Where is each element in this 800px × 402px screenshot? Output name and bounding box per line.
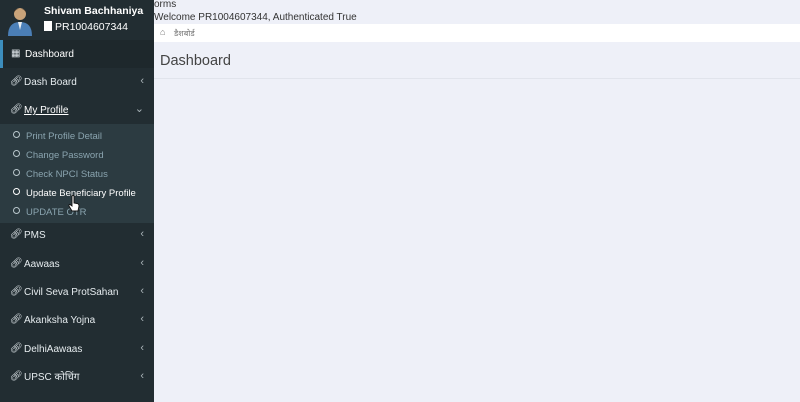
mouse-pointer-icon <box>68 195 80 212</box>
submenu-item-label: Print Profile Detail <box>26 131 103 142</box>
id-card-icon <box>44 21 52 31</box>
user-panel: Shivam Bachhaniya PR1004607344 <box>0 0 154 40</box>
link-icon: 🔗︎ <box>10 343 23 354</box>
user-id: PR1004607344 <box>44 21 128 33</box>
submenu-item-print-profile-detail[interactable]: Print Profile Detail <box>0 127 154 146</box>
chevron-left-icon: ‹ <box>140 257 144 269</box>
page-title: Dashboard <box>160 53 231 69</box>
chevron-left-icon: ‹ <box>140 228 144 240</box>
circle-icon <box>13 188 20 195</box>
sidebar-item-label: Akanksha Yojna <box>24 315 96 326</box>
sidebar-item-label: Aawaas <box>24 259 60 270</box>
sidebar-item-my-profile[interactable]: 🔗︎ My Profile ⌄ <box>0 96 154 124</box>
top-header: orms Welcome PR1004607344, Authenticated… <box>154 0 800 24</box>
user-avatar-icon <box>8 8 32 36</box>
sidebar-item-label: UPSC कोचिंग <box>24 372 80 383</box>
link-icon: 🔗︎ <box>10 104 23 115</box>
chevron-left-icon: ‹ <box>140 75 144 87</box>
grid-icon: ▦ <box>11 48 21 59</box>
link-icon: 🔗︎ <box>10 314 23 325</box>
submenu-item-label: Change Password <box>26 150 104 161</box>
chevron-left-icon: ‹ <box>140 285 144 297</box>
chevron-left-icon: ‹ <box>140 370 144 382</box>
chevron-left-icon: ‹ <box>140 342 144 354</box>
link-icon: 🔗︎ <box>10 229 23 240</box>
circle-icon <box>13 207 20 214</box>
breadcrumb-home-link[interactable]: डैशबोर्ड <box>174 28 195 39</box>
sidebar-item-label: DelhiAawaas <box>24 344 83 355</box>
chevron-left-icon: ‹ <box>140 313 144 325</box>
submenu-item-label: Update Beneficiary Profile <box>26 188 136 199</box>
sidebar-item-label: Dash Board <box>24 77 77 88</box>
sidebar-item-pms[interactable]: 🔗︎ PMS ‹ <box>0 221 154 249</box>
title-divider <box>154 78 800 79</box>
sidebar-item-label: PMS <box>24 230 46 241</box>
user-name: Shivam Bachhaniya <box>44 5 144 17</box>
home-icon[interactable]: ⌂ <box>160 27 165 37</box>
sidebar-item-dash-board[interactable]: 🔗︎ Dash Board ‹ <box>0 68 154 96</box>
circle-icon <box>13 131 20 138</box>
sidebar-item-civil-seva-protsahan[interactable]: 🔗︎ Civil Seva ProtSahan ‹ <box>0 278 154 306</box>
breadcrumb: ⌂ डैशबोर्ड <box>154 24 800 42</box>
sidebar-item-delhiaawaas[interactable]: 🔗︎ DelhiAawaas ‹ <box>0 335 154 363</box>
chevron-down-icon: ⌄ <box>134 103 144 115</box>
sidebar: Shivam Bachhaniya PR1004607344 ▦ Dashboa… <box>0 0 154 402</box>
sidebar-item-label: Civil Seva ProtSahan <box>24 287 119 298</box>
sidebar-item-dashboard[interactable]: ▦ Dashboard <box>0 40 154 68</box>
submenu-item-label: Check NPCI Status <box>26 169 108 180</box>
link-icon: 🔗︎ <box>10 371 23 382</box>
sidebar-item-label: My Profile <box>24 105 69 116</box>
sidebar-item-upsc-coaching[interactable]: 🔗︎ UPSC कोचिंग ‹ <box>0 363 154 391</box>
welcome-message: Welcome PR1004607344, Authenticated True <box>154 12 357 23</box>
sidebar-item-aawaas[interactable]: 🔗︎ Aawaas ‹ <box>0 250 154 278</box>
circle-icon <box>13 150 20 157</box>
link-icon: 🔗︎ <box>10 76 23 87</box>
forms-label: orms <box>154 0 177 10</box>
link-icon: 🔗︎ <box>10 258 23 269</box>
submenu-item-check-npci-status[interactable]: Check NPCI Status <box>0 165 154 184</box>
sidebar-item-akanksha-yojna[interactable]: 🔗︎ Akanksha Yojna ‹ <box>0 306 154 334</box>
sidebar-item-label: Dashboard <box>25 49 74 60</box>
circle-icon <box>13 169 20 176</box>
submenu-item-change-password[interactable]: Change Password <box>0 146 154 165</box>
link-icon: 🔗︎ <box>10 286 23 297</box>
user-id-text: PR1004607344 <box>55 21 128 33</box>
